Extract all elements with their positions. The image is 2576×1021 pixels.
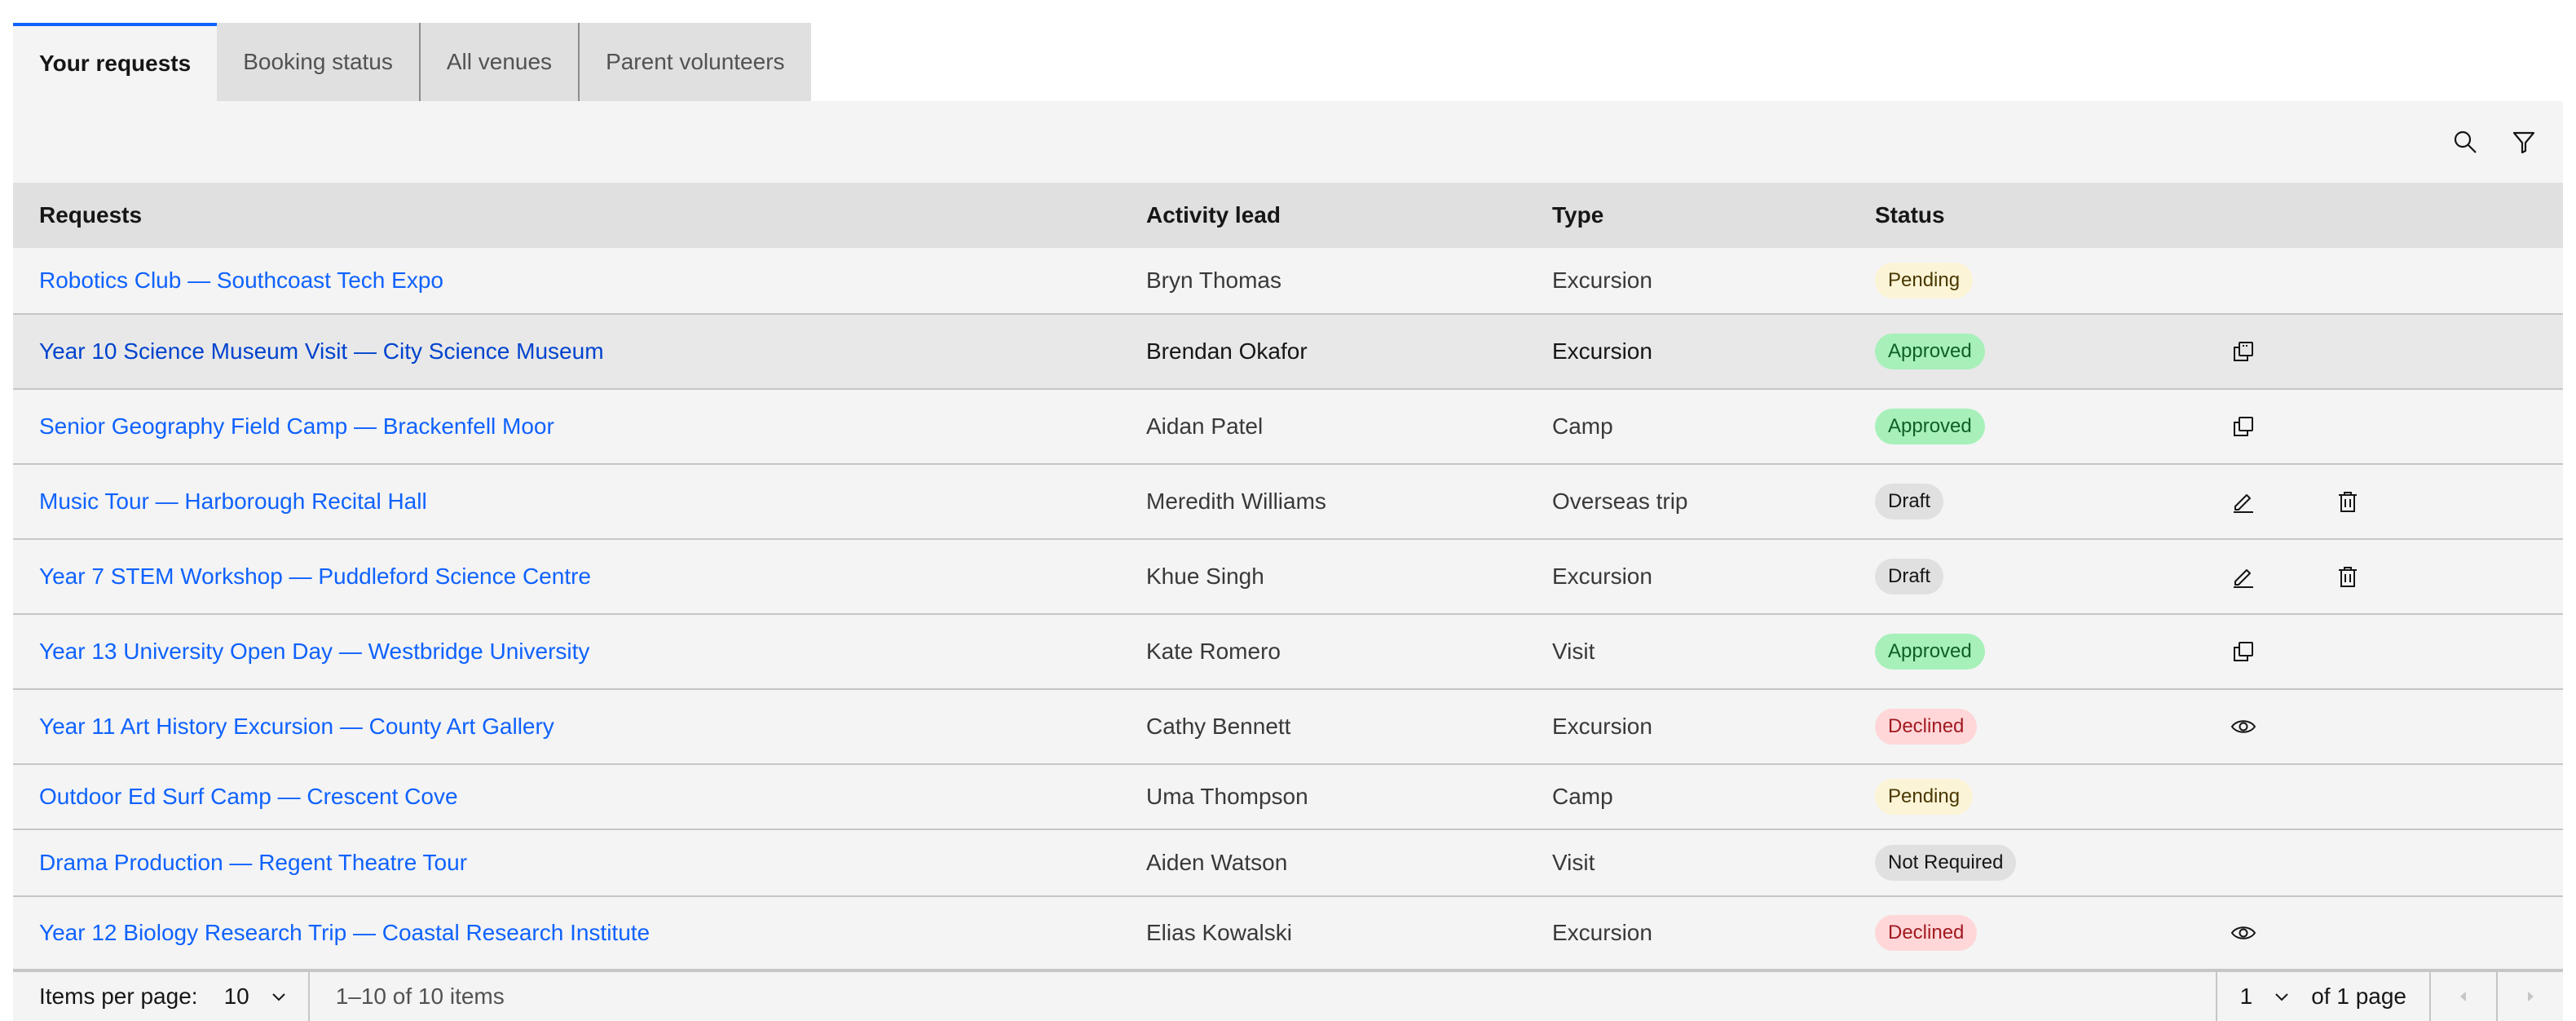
- request-link[interactable]: Year 11 Art History Excursion — County A…: [13, 714, 1146, 740]
- tab-list: Your requests Booking status All venues …: [13, 23, 2563, 101]
- request-type: Camp: [1552, 413, 1613, 439]
- filter-icon: [2512, 131, 2535, 154]
- activity-lead: Bryn Thomas: [1146, 267, 1281, 293]
- trash-icon: [2339, 567, 2357, 587]
- table-header: Requests Activity lead Type Status: [13, 183, 2563, 248]
- request-link[interactable]: Year 12 Biology Research Trip — Coastal …: [13, 920, 1146, 946]
- table-row[interactable]: Year 12 Biology Research Trip — Coastal …: [13, 897, 2563, 970]
- chevron-down-icon: [272, 993, 285, 1001]
- tab-all-venues[interactable]: All venues: [420, 23, 580, 101]
- table-toolbar: [13, 101, 2563, 183]
- caret-right-icon: [2528, 992, 2534, 1001]
- delete-button[interactable]: [2328, 482, 2367, 521]
- tab-booking-status[interactable]: Booking status: [217, 23, 421, 101]
- request-link[interactable]: Year 10 Science Museum Visit — City Scie…: [13, 338, 1146, 365]
- activity-lead: Khue Singh: [1146, 564, 1264, 589]
- edit-button[interactable]: [2224, 482, 2263, 521]
- status-badge: Pending: [1875, 263, 1974, 298]
- request-type: Overseas trip: [1552, 488, 1688, 514]
- search-icon: [2454, 130, 2477, 153]
- chevron-down-icon: [2275, 993, 2288, 1001]
- request-type: Excursion: [1552, 920, 1652, 945]
- request-link[interactable]: Drama Production — Regent Theatre Tour: [13, 850, 1146, 876]
- request-link[interactable]: Music Tour — Harborough Recital Hall: [13, 488, 1146, 515]
- table-row[interactable]: Senior Geography Field Camp — Brackenfel…: [13, 390, 2563, 465]
- caret-left-icon: [2460, 992, 2466, 1001]
- table-row[interactable]: Year 11 Art History Excursion — County A…: [13, 690, 2563, 765]
- activity-lead: Aidan Patel: [1146, 413, 1264, 439]
- edit-icon: [2234, 494, 2253, 513]
- table-row[interactable]: Music Tour — Harborough Recital Hall Mer…: [13, 465, 2563, 540]
- page-value: 1: [2239, 983, 2253, 1009]
- request-link[interactable]: Year 13 University Open Day — Westbridge…: [13, 639, 1146, 665]
- items-per-page-select[interactable]: 10: [224, 983, 289, 1010]
- status-badge: Pending: [1875, 779, 1974, 815]
- view-button[interactable]: [2224, 707, 2263, 746]
- copy-icon: [2234, 342, 2253, 361]
- activity-lead: Cathy Bennett: [1146, 714, 1291, 739]
- header-activity-lead[interactable]: Activity lead: [1146, 202, 1552, 228]
- page-total-text: of 1 page: [2311, 983, 2406, 1009]
- header-type[interactable]: Type: [1552, 202, 1875, 228]
- table-row[interactable]: Outdoor Ed Surf Camp — Crescent Cove Uma…: [13, 765, 2563, 830]
- tab-parent-volunteers[interactable]: Parent volunteers: [580, 23, 811, 101]
- filter-button[interactable]: [2494, 113, 2553, 171]
- status-badge: Draft: [1875, 559, 1944, 594]
- eye-icon: [2230, 720, 2256, 733]
- copy-button[interactable]: [2224, 632, 2263, 671]
- request-link[interactable]: Senior Geography Field Camp — Brackenfel…: [13, 413, 1146, 440]
- request-type: Visit: [1552, 639, 1595, 664]
- data-table-container: Your requests Booking status All venues …: [13, 23, 2563, 1021]
- next-page-button[interactable]: [2496, 972, 2563, 1021]
- activity-lead: Aiden Watson: [1146, 850, 1288, 875]
- request-type: Excursion: [1552, 267, 1652, 293]
- status-badge: Draft: [1875, 484, 1944, 519]
- header-requests[interactable]: Requests: [13, 202, 1146, 228]
- status-badge: Not Required: [1875, 845, 2017, 881]
- activity-lead: Kate Romero: [1146, 639, 1281, 664]
- status-badge: Declined: [1875, 915, 1978, 951]
- request-type: Visit: [1552, 850, 1595, 875]
- copy-icon: [2234, 642, 2253, 661]
- view-button[interactable]: [2224, 913, 2263, 952]
- search-button[interactable]: [2436, 113, 2494, 171]
- request-type: Camp: [1552, 784, 1613, 809]
- header-status[interactable]: Status: [1875, 202, 2224, 228]
- table-row[interactable]: Year 10 Science Museum Visit — City Scie…: [13, 315, 2563, 390]
- request-link[interactable]: Robotics Club — Southcoast Tech Expo: [13, 267, 1146, 294]
- status-badge: Approved: [1875, 634, 1985, 670]
- edit-button[interactable]: [2224, 557, 2263, 596]
- request-type: Excursion: [1552, 338, 1652, 364]
- trash-icon: [2339, 492, 2357, 512]
- activity-lead: Uma Thompson: [1146, 784, 1308, 809]
- status-badge: Approved: [1875, 409, 1985, 444]
- pagination-bar: Items per page: 10 1–10 of 10 items 1 of…: [13, 970, 2563, 1021]
- edit-icon: [2234, 569, 2253, 588]
- request-type: Excursion: [1552, 564, 1652, 589]
- eye-icon: [2230, 926, 2256, 939]
- request-type: Excursion: [1552, 714, 1652, 739]
- request-link[interactable]: Outdoor Ed Surf Camp — Crescent Cove: [13, 784, 1146, 810]
- copy-button[interactable]: [2224, 332, 2263, 371]
- activity-lead: Elias Kowalski: [1146, 920, 1292, 945]
- request-link[interactable]: Year 7 STEM Workshop — Puddleford Scienc…: [13, 564, 1146, 590]
- table-row[interactable]: Year 13 University Open Day — Westbridge…: [13, 615, 2563, 690]
- table-row[interactable]: Year 7 STEM Workshop — Puddleford Scienc…: [13, 540, 2563, 615]
- status-badge: Approved: [1875, 334, 1985, 369]
- tab-your-requests[interactable]: Your requests: [13, 23, 218, 101]
- previous-page-button[interactable]: [2429, 972, 2496, 1021]
- copy-button[interactable]: [2224, 407, 2263, 446]
- table-row[interactable]: Drama Production — Regent Theatre Tour A…: [13, 830, 2563, 897]
- copy-icon: [2234, 417, 2253, 436]
- delete-button[interactable]: [2328, 557, 2367, 596]
- status-badge: Declined: [1875, 709, 1978, 745]
- page-select[interactable]: 1: [2240, 983, 2292, 1010]
- activity-lead: Meredith Williams: [1146, 488, 1326, 514]
- item-range-text: 1–10 of 10 items: [307, 972, 505, 1021]
- table-row[interactable]: Robotics Club — Southcoast Tech Expo Bry…: [13, 248, 2563, 315]
- items-per-page-value: 10: [223, 983, 249, 1009]
- activity-lead: Brendan Okafor: [1146, 338, 1308, 364]
- items-per-page-label: Items per page:: [39, 983, 198, 1009]
